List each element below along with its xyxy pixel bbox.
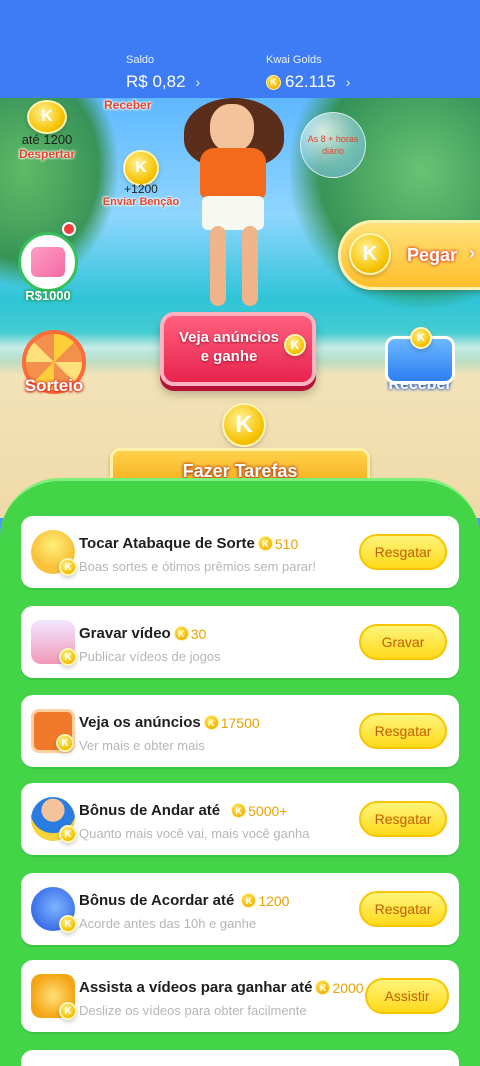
golds-label: Kwai Golds [266, 54, 322, 66]
coin-icon: K [284, 334, 306, 356]
task-action-button[interactable]: Resgatar [359, 713, 447, 749]
bencao-label: Enviar Benção [102, 196, 180, 208]
tv-icon: K [31, 709, 75, 753]
bubble-text: As 8 + horas diário [307, 134, 359, 156]
treasure-chest-icon: K [385, 327, 455, 384]
pegar-button[interactable]: K Pegar › [338, 220, 480, 290]
beach-scene: Receber K até 1200 Despertar K +1200 Env… [0, 98, 480, 518]
task-reward: 5000+ [248, 802, 288, 819]
gift-label: R$1000 [25, 288, 71, 303]
task-title: Gravar vídeo [79, 625, 171, 642]
kwai-coin-icon: K [173, 626, 189, 641]
task-card: K Bônus de Andar até K 5000+ Quanto mais … [21, 783, 459, 855]
bubble-bonus[interactable]: As 8 + horas diário [300, 112, 366, 178]
receber-item[interactable]: K Receber [378, 327, 462, 394]
task-subtitle: Publicar vídeos de jogos [79, 649, 221, 664]
enviar-bencao-item[interactable]: K +1200 Enviar Benção [96, 150, 186, 208]
task-title-row: Gravar vídeo K 30 [79, 625, 206, 642]
kwai-coin-icon: K [315, 980, 331, 995]
kwai-coin-icon: K [241, 893, 257, 908]
task-title: Assista a vídeos para ganhar até [79, 979, 313, 996]
chevron-right-icon: › [345, 74, 351, 90]
task-card: K Tocar Atabaque de Sorte K 510 Boas sort… [21, 516, 459, 588]
task-reward: 1200 [258, 892, 290, 909]
watch-ads-button[interactable]: Veja anúncios e ganhe K [160, 312, 316, 386]
task-card-partial [21, 1050, 459, 1066]
despertar-item[interactable]: K até 1200 Despertar [14, 100, 80, 161]
task-subtitle: Deslize os vídeos para obter facilmente [79, 1003, 307, 1018]
walking-boy-icon: K [31, 797, 77, 843]
task-title: Veja os anúncios [79, 714, 201, 731]
task-action-button[interactable]: Resgatar [359, 801, 447, 837]
pegar-label: Pegar [407, 245, 458, 265]
despertar-label: Despertar [18, 147, 76, 161]
task-action-button[interactable]: Assistir [365, 978, 449, 1014]
task-card: K Veja os anúncios K 17500 Ver mais e obt… [21, 695, 459, 767]
bencao-amount: +1200 [124, 182, 158, 196]
task-card: K Gravar vídeo K 30 Publicar vídeos de jo… [21, 606, 459, 678]
atabaque-icon: K [31, 530, 77, 576]
task-title: Bônus de Acordar até [79, 892, 235, 909]
task-card: K Assista a vídeos para ganhar até K 2000… [21, 960, 459, 1032]
chevron-right-icon: › [469, 243, 475, 263]
watch-ads-label: Veja anúncios e ganhe [178, 329, 280, 365]
chevron-right-icon: › [195, 74, 201, 90]
k-coin-icon: K [222, 403, 266, 447]
task-subtitle: Quanto mais você vai, mais você ganha [79, 826, 310, 841]
task-title-row: Bônus de Andar até K 5000+ [79, 802, 287, 819]
receber-top-label: Receber [104, 98, 152, 112]
kwai-coin-icon: K [266, 74, 281, 90]
receber-top-link[interactable]: Receber [104, 98, 151, 114]
task-title: Bônus de Andar até [79, 802, 221, 819]
kwai-coin-icon: K [203, 715, 219, 730]
top-bar: Saldo R$ 0,82 › Kwai Golds K 62.115 › [0, 0, 480, 98]
sorteio-label: Sorteio [24, 376, 84, 395]
golds-value: 62.115 [285, 72, 336, 91]
task-title: Tocar Atabaque de Sorte [79, 535, 255, 552]
saldo-value: R$ 0,82 [126, 72, 186, 91]
movie-camera-icon: K [31, 974, 77, 1020]
video-camera-icon: K [31, 620, 77, 666]
task-reward: 30 [190, 625, 207, 642]
task-action-button[interactable]: Resgatar [359, 891, 447, 927]
notification-dot [62, 222, 76, 236]
task-title-row: Bônus de Acordar até K 1200 [79, 892, 289, 909]
saldo-balance[interactable]: Saldo R$ 0,82 › [126, 54, 200, 92]
moon-icon: K [31, 887, 77, 933]
character-illustration [180, 98, 290, 313]
coin-icon: K [123, 150, 159, 186]
task-title-row: Veja os anúncios K 17500 [79, 714, 260, 731]
task-reward: 17500 [220, 714, 260, 731]
task-reward: 510 [274, 535, 299, 552]
saldo-value-row[interactable]: R$ 0,82 › [126, 72, 200, 92]
kwai-coin-icon: K [231, 803, 247, 818]
golds-value-row[interactable]: K 62.115 › [266, 72, 350, 92]
task-subtitle: Ver mais e obter mais [79, 738, 205, 753]
sorteio-item[interactable]: Sorteio [16, 330, 92, 396]
task-action-button[interactable]: Gravar [359, 624, 447, 660]
task-title-row: Assista a vídeos para ganhar até K 2000 [79, 979, 364, 996]
task-subtitle: Boas sortes e ótimos prêmios sem parar! [79, 559, 316, 574]
golds-balance[interactable]: Kwai Golds K 62.115 › [266, 54, 350, 92]
task-action-button[interactable]: Resgatar [359, 534, 447, 570]
task-reward: 2000 [332, 979, 364, 996]
despertar-amount: até 1200 [21, 132, 73, 147]
coin-icon: K [349, 233, 391, 275]
task-title-row: Tocar Atabaque de Sorte K 510 [79, 535, 298, 552]
task-card: K Bônus de Acordar até K 1200 Acorde ante… [21, 873, 459, 945]
saldo-label: Saldo [126, 54, 155, 66]
task-subtitle: Acorde antes das 10h e ganhe [79, 916, 257, 931]
gift-item[interactable]: R$1000 [16, 222, 80, 303]
gift-box-icon [18, 232, 78, 292]
kwai-coin-icon: K [257, 536, 273, 551]
alarm-coin-icon: K [27, 100, 67, 134]
